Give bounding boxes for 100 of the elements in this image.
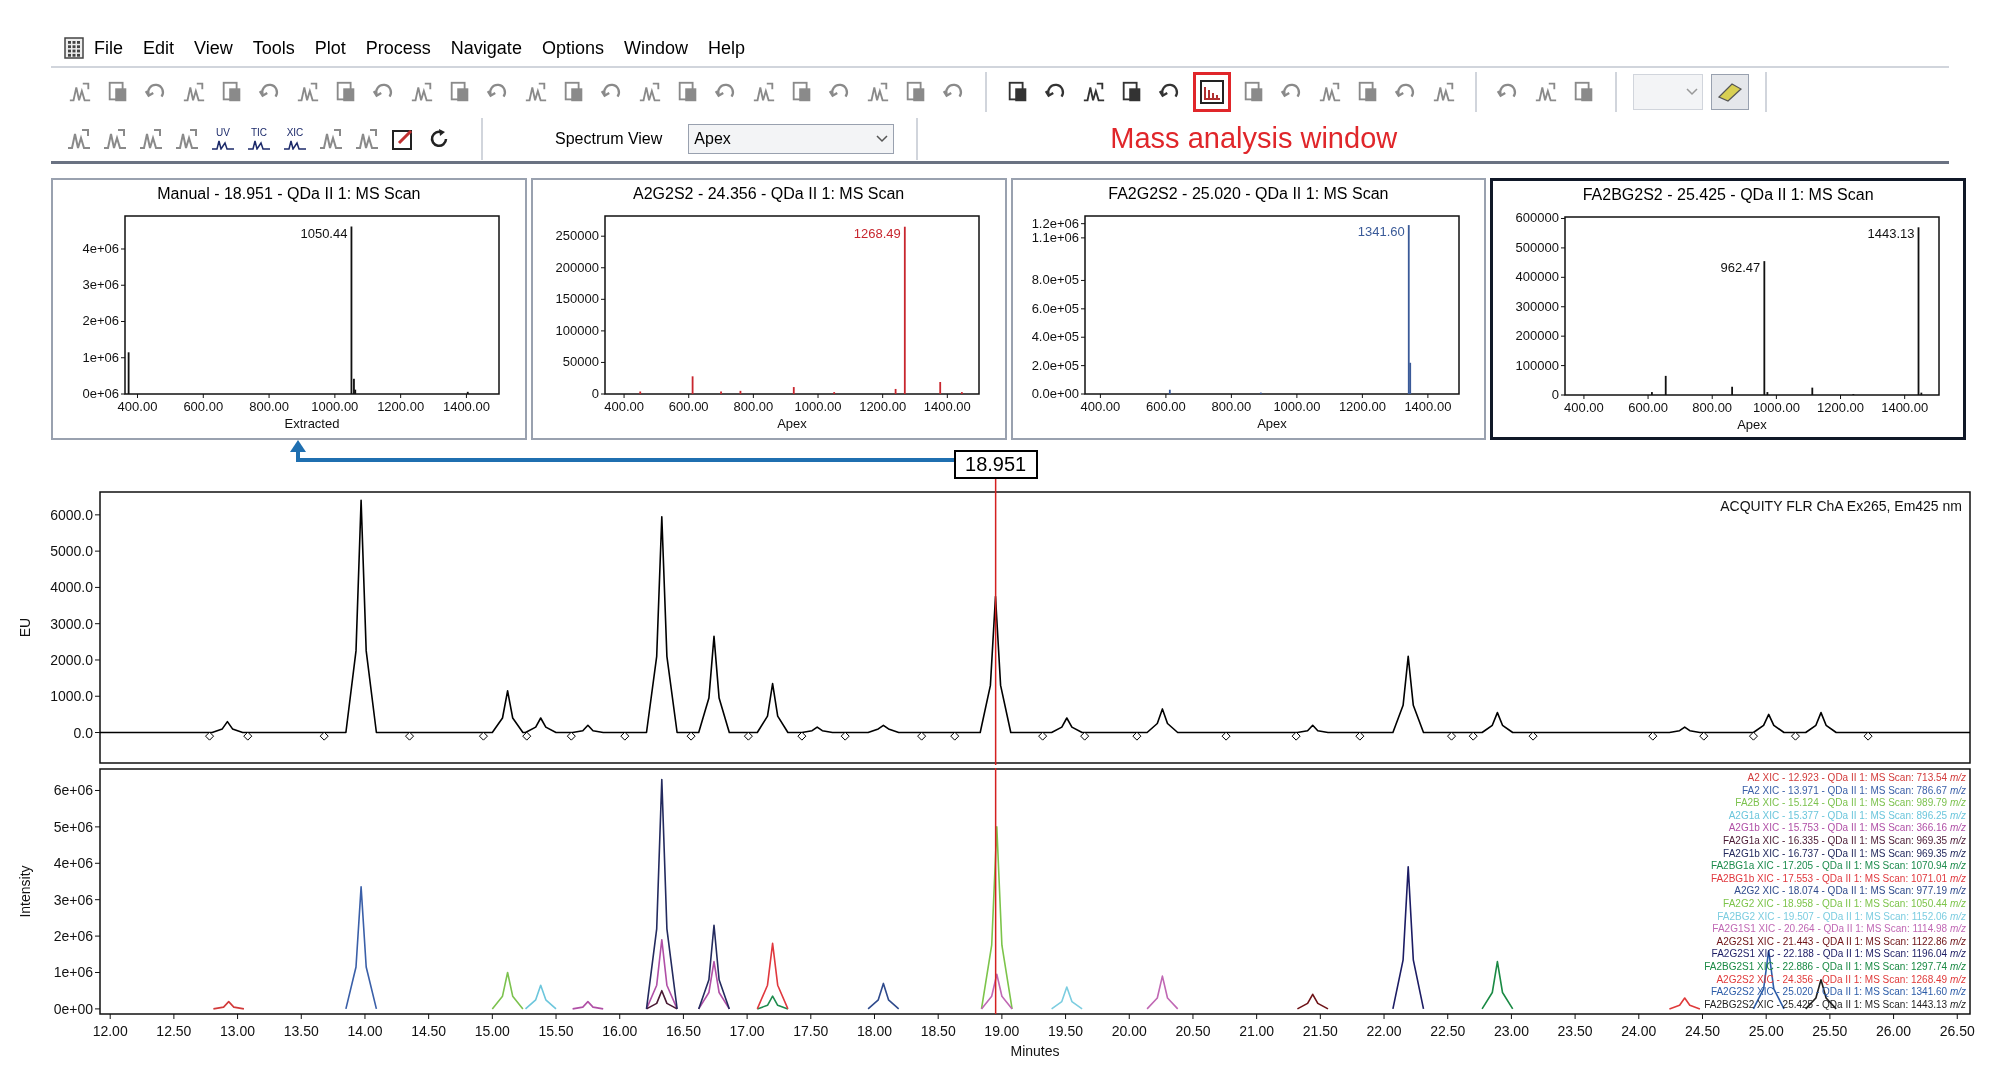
legend-entry: FA2G1S1 XIC - 20.264 - QDa II 1: MS Scan: 1114.98 m/z [1712,923,1966,936]
peak-label: 962.47 [1720,260,1761,276]
tick-label: 0.0e+00 [1031,386,1079,401]
axis-title: Apex [776,416,807,431]
tick-label: 6000.0 [50,506,93,523]
tick-label: 22.00 [1366,1023,1402,1039]
legend-entry: A2 XIC - 12.923 - QDa II 1: MS Scan: 713.54 m/z [1747,772,1966,785]
tick-label: 6.0e+05 [1031,300,1079,316]
legend-entry: FA2G2 XIC - 18.958 - QDa II 1: MS Scan: 1050.44 m/z [1723,897,1966,911]
tick-label: 5000.0 [50,543,93,560]
tick-label: 250000 [555,228,599,244]
tick-label: 3e+06 [53,891,93,908]
tick-label: 21.00 [1239,1023,1275,1039]
tick-label: 24.50 [1684,1023,1720,1039]
legend-entry: FA2BG1b XIC - 17.553 - QDa II 1: MS Scan: 1071.01 m/z [1710,872,1966,886]
tick-label: 20.50 [1175,1023,1211,1039]
tick-label: 1000.0 [50,688,93,705]
legend-entry: FA2 XIC - 13.971 - QDa II 1: MS Scan: 786.67 m/z [1742,784,1966,798]
tick-label: 50000 [562,354,599,370]
tick-label: 20.00 [1111,1023,1147,1039]
field-label: Spectrum View [555,128,663,149]
legend-entry: A2G2 XIC - 18.074 - QDa II 1: MS Scan: 977.19 m/z [1734,885,1966,898]
tick-label: 800.00 [1692,400,1733,415]
tick-label: 6e+06 [53,782,93,799]
tick-label: 4000.0 [50,579,93,596]
chart-title: ACQUITY FLR ChA Ex265, Em425 nm [1720,498,1962,514]
tick-label: 1.1e+06 [1031,229,1079,245]
tick-label: 3e+06 [82,277,119,293]
tick-label: 12.50 [156,1023,192,1039]
tick-label: 600.00 [1628,400,1669,415]
tick-label: 19.00 [984,1023,1020,1039]
tick-label: 16.00 [602,1023,638,1039]
tick-label: 15.00 [474,1023,510,1039]
peak-label: 1443.13 [1867,226,1915,242]
tick-label: 100000 [555,322,599,338]
legend-entry: FA2BG2 XIC - 19.507 - QDa II 1: MS Scan: 1152.06 m/z [1717,910,1966,924]
tick-label: 8.0e+05 [1031,272,1079,288]
tick-label: 800.00 [1211,399,1251,414]
tick-label: 22.50 [1430,1023,1466,1039]
annotation-text: Mass analysis window [1110,120,1398,156]
tick-label: 1200.00 [1817,400,1865,415]
axis-title: Minutes [1010,1043,1060,1059]
tick-label: 1000.00 [1753,400,1801,415]
axis-title: Apex [1256,416,1287,431]
tick-label: 1400.00 [1881,400,1929,415]
tick-label: 3000.0 [50,615,93,632]
tick-label: 200000 [555,259,599,275]
peak-label: 1050.44 [300,225,348,241]
tick-label: 800.00 [249,399,289,414]
axis-title: EU [17,617,33,638]
tick-label: 1200.00 [377,399,425,414]
tick-label: 17.00 [729,1023,765,1039]
legend-entry: A2G2S1 XIC - 21.443 - QDA II 1: MS Scan: 1122.86 m/z [1716,935,1966,949]
axis-title: Apex [1737,417,1768,432]
tick-label: 2.0e+05 [1031,357,1079,373]
tick-label: 1000.00 [1272,399,1320,414]
tick-label: 13.50 [283,1023,319,1039]
tick-label: 200000 [1515,328,1560,344]
tick-label: 400000 [1515,269,1560,285]
tick-label: 150000 [555,291,599,307]
tick-label: 500000 [1515,239,1560,255]
tick-label: 1000.00 [794,399,842,414]
tick-label: 13.00 [220,1023,256,1039]
tick-label: 15.50 [538,1023,574,1039]
legend-entry: A2G1b XIC - 15.753 - QDa II 1: MS Scan: 366.16 m/z [1728,822,1966,835]
tick-label: 1400.00 [923,399,971,414]
tick-label: 600.00 [183,399,224,414]
tick-label: 16.50 [665,1023,701,1039]
tick-label: 1400.00 [442,399,490,414]
tick-label: 4e+06 [82,241,119,256]
tick-label: 0e+06 [82,386,119,401]
tick-label: 1e+06 [53,964,93,981]
tick-label: 12.00 [92,1023,128,1039]
tick-label: 600.00 [1145,399,1186,414]
spectrum-title: FA2G2S2 - 25.020 - QDa II 1: MS Scan [1107,184,1390,204]
legend-entry: A2G1a XIC - 15.377 - QDa II 1: MS Scan: 896.25 m/z [1728,809,1966,823]
spectrum-title: FA2BG2S2 - 25.425 - QDa II 1: MS Scan [1581,185,1875,205]
legend-entry: FA2G1b XIC - 16.737 - QDa II 1: MS Scan: 969.35 m/z [1723,847,1966,861]
tick-label: 24.00 [1621,1023,1657,1039]
tick-label: 400.00 [117,399,158,414]
tick-label: 21.50 [1302,1023,1338,1039]
legend-entry: FA2B XIC - 15.124 - QDa II 1: MS Scan: 989.79 m/z [1735,797,1966,810]
tick-label: 400.00 [1080,399,1120,414]
tick-label: 19.50 [1048,1023,1084,1039]
tick-label: 100000 [1515,357,1560,373]
tick-label: 800.00 [733,399,773,414]
tick-label: 1000.00 [311,399,359,414]
tick-label: 18.00 [856,1023,892,1039]
tick-label: 26.50 [1939,1023,1975,1039]
tick-label: 14.50 [411,1023,447,1039]
tick-label: 0 [1552,387,1560,402]
tick-label: 300000 [1515,298,1560,314]
peak-label: 1341.60 [1357,224,1405,240]
tick-label: 2e+06 [82,313,119,329]
tick-label: 14.00 [347,1023,383,1039]
tick-label: 1400.00 [1403,399,1451,414]
axis-title: Intensity [17,865,33,918]
tick-label: 1e+06 [82,349,119,365]
tick-label: 4.0e+05 [1031,329,1079,345]
tick-label: 0e+00 [53,1000,93,1017]
